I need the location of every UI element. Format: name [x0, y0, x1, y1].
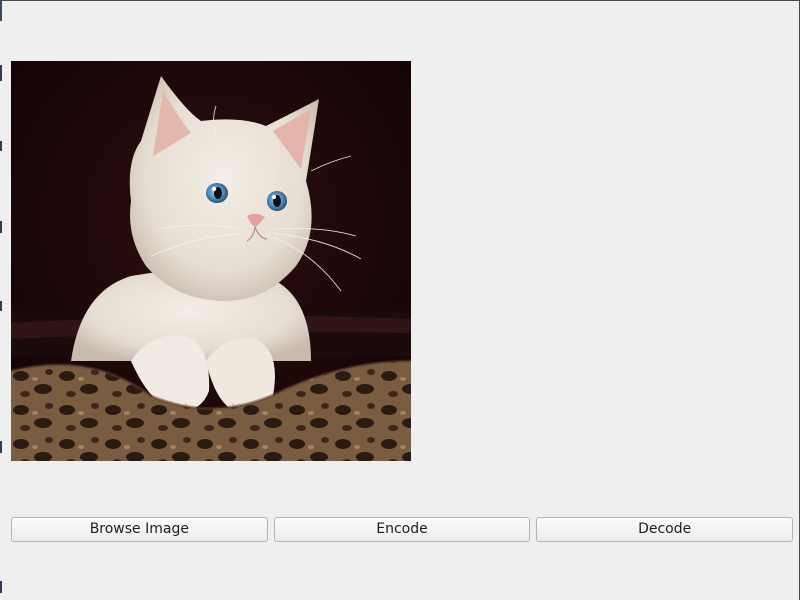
desktop-edge — [0, 1, 2, 600]
decode-button[interactable]: Decode — [536, 517, 794, 542]
browse-image-button[interactable]: Browse Image — [11, 517, 268, 542]
kitten-photo — [11, 61, 411, 461]
app-window: Browse Image Encode Decode — [0, 0, 800, 600]
button-row: Browse Image Encode Decode — [11, 517, 794, 542]
encode-button[interactable]: Encode — [273, 517, 531, 542]
image-preview — [11, 61, 411, 461]
